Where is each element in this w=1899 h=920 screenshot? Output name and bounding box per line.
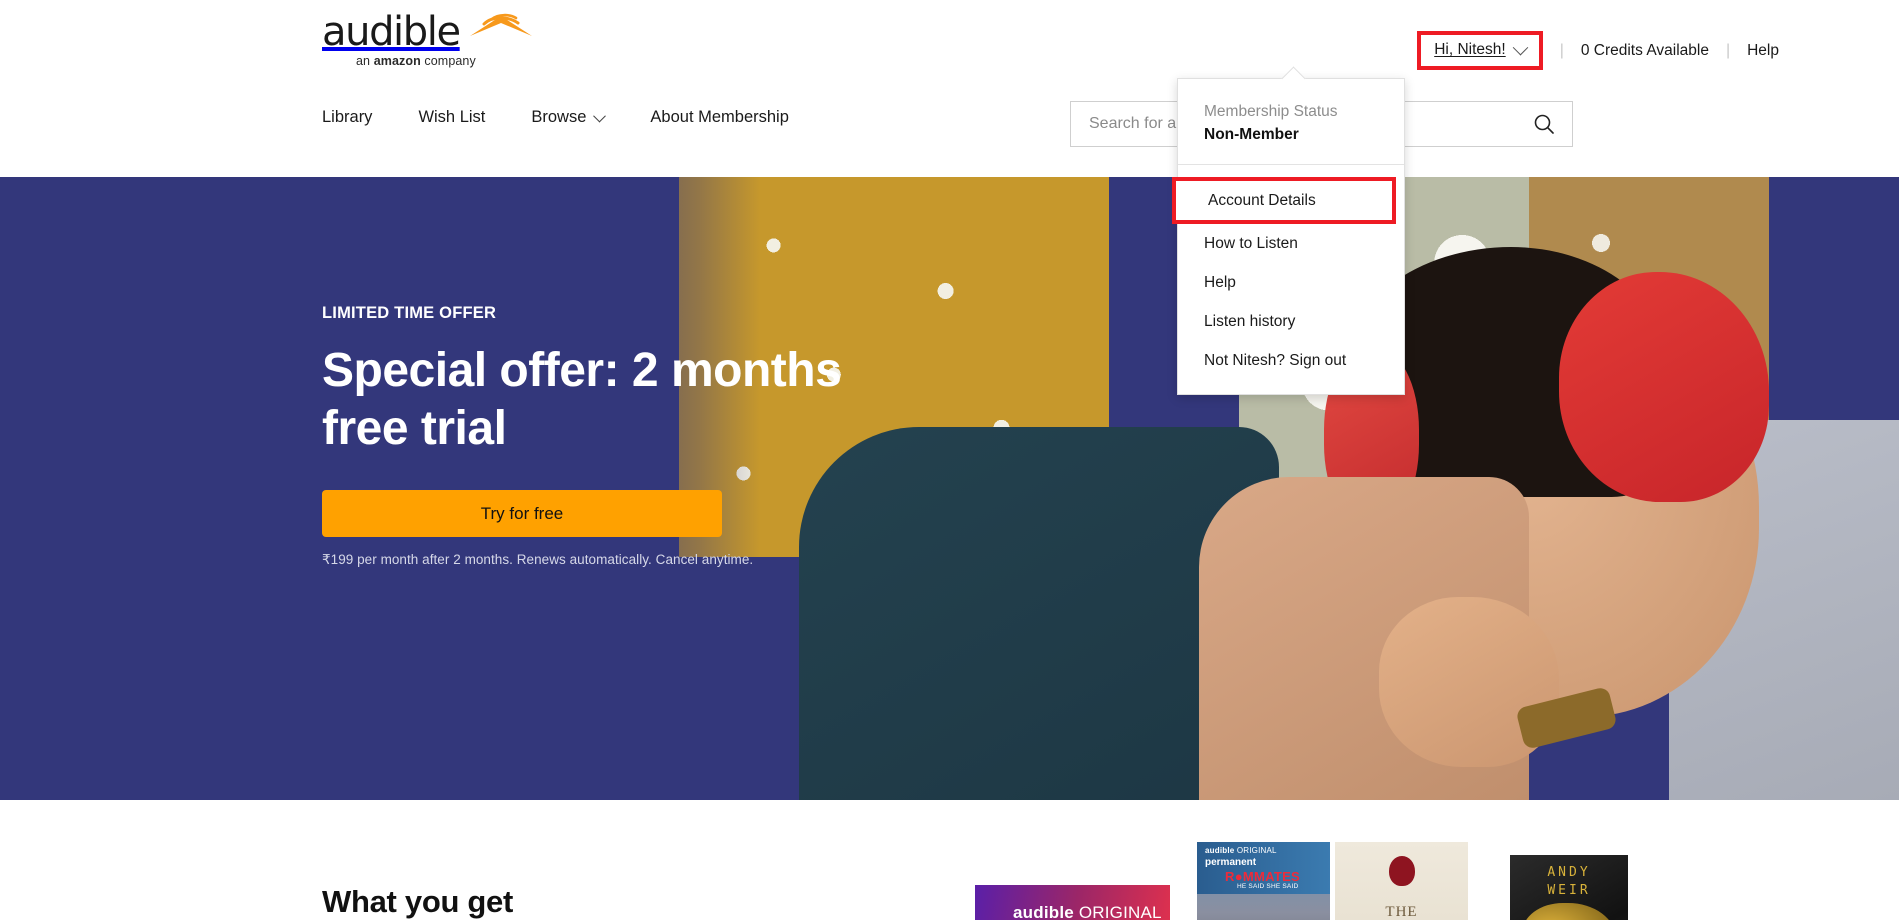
cover-secret-line1: THE bbox=[1385, 904, 1418, 920]
cover-original-label: audible ORIGINAL bbox=[1013, 903, 1162, 920]
membership-status-value: Non-Member bbox=[1204, 126, 1299, 143]
cover-original-brand: audible bbox=[1013, 903, 1074, 920]
gem-icon bbox=[1388, 856, 1415, 886]
dropdown-item-help[interactable]: Help bbox=[1178, 263, 1404, 302]
dropdown-item-how-to-listen[interactable]: How to Listen bbox=[1178, 224, 1404, 263]
cover-weir-line2: WEIR bbox=[1547, 883, 1591, 898]
cover-permanent-roommates[interactable]: audible ORIGINAL permanent R●MMATES HE S… bbox=[1197, 842, 1330, 920]
account-dropdown-menu: Membership Status Non-Member Account Det… bbox=[1172, 66, 1405, 395]
greeting-label: Hi, Nitesh! bbox=[1434, 41, 1506, 58]
try-for-free-button[interactable]: Try for free bbox=[322, 490, 722, 537]
cover-roommates-brand-text: audible bbox=[1205, 846, 1235, 855]
chevron-down-icon bbox=[593, 109, 607, 123]
logo-tagline-suffix: company bbox=[420, 54, 476, 68]
nav-item-browse[interactable]: Browse bbox=[531, 108, 607, 127]
help-link[interactable]: Help bbox=[1747, 42, 1779, 60]
site-header: audible an amazon company Hi, Nitesh! | … bbox=[0, 0, 1899, 177]
cover-roommates-brand-suffix: ORIGINAL bbox=[1234, 846, 1277, 855]
hero-content: LIMITED TIME OFFER Special offer: 2 mont… bbox=[322, 304, 942, 568]
logo-tagline-prefix: an bbox=[356, 54, 374, 68]
utility-separator-2: | bbox=[1725, 41, 1731, 59]
search-button[interactable] bbox=[1516, 102, 1572, 146]
dropdown-item-account-details[interactable]: Account Details bbox=[1172, 177, 1396, 224]
chevron-down-icon bbox=[1512, 39, 1528, 55]
cover-audible-original[interactable]: audible ORIGINAL bbox=[975, 885, 1170, 920]
membership-status-label: Membership Status bbox=[1204, 103, 1338, 120]
nav-item-wish-list[interactable]: Wish List bbox=[418, 108, 485, 127]
hero-eyebrow: LIMITED TIME OFFER bbox=[322, 304, 497, 322]
cover-roommates-title: R●MMATES bbox=[1225, 869, 1301, 884]
nav-label-browse: Browse bbox=[531, 108, 587, 126]
nav-item-about-membership[interactable]: About Membership bbox=[650, 108, 789, 127]
nav-label-library: Library bbox=[322, 108, 373, 126]
audible-homepage: LIMITED TIME OFFER Special offer: 2 mont… bbox=[0, 0, 1899, 920]
cover-roommates-series: permanent bbox=[1205, 857, 1257, 868]
hero-title: Special offer: 2 months free trial bbox=[322, 344, 842, 455]
cover-greatest-secret[interactable]: THE GREATEST SECRET bbox=[1335, 842, 1468, 920]
membership-status-block: Membership Status Non-Member bbox=[1178, 79, 1404, 164]
dropdown-item-listen-history[interactable]: Listen history bbox=[1178, 302, 1404, 341]
main-nav: Library Wish List Browse About Membershi… bbox=[322, 108, 835, 127]
audible-logo[interactable]: audible an amazon company bbox=[322, 10, 532, 72]
audible-swoosh-icon bbox=[470, 13, 532, 36]
cover-original-suffix: ORIGINAL bbox=[1073, 903, 1162, 920]
cover-roommates-subtitle: HE SAID SHE SAID bbox=[1237, 883, 1299, 890]
cover-weir-art bbox=[1522, 903, 1616, 920]
cover-weir-line1: ANDY bbox=[1547, 865, 1591, 880]
hero-fineprint: ₹199 per month after 2 months. Renews au… bbox=[322, 552, 754, 567]
logo-tagline-brand: amazon bbox=[373, 54, 421, 68]
hero-banner: LIMITED TIME OFFER Special offer: 2 mont… bbox=[0, 177, 1899, 800]
nav-label-about-membership: About Membership bbox=[650, 108, 789, 126]
what-you-get-heading: What you get bbox=[322, 884, 513, 919]
utility-nav: Hi, Nitesh! | 0 Credits Available | Help bbox=[1417, 31, 1779, 70]
cover-roommates-brand: audible ORIGINAL bbox=[1205, 846, 1277, 855]
book-cover-collage: audible ORIGINAL audible ORIGINAL perman… bbox=[975, 795, 1675, 920]
cover-andy-weir[interactable]: ANDY WEIR bbox=[1510, 855, 1628, 920]
nav-label-wish-list: Wish List bbox=[418, 108, 486, 126]
dropdown-item-list: Account Details How to Listen Help Liste… bbox=[1172, 165, 1404, 380]
logo-tagline: an amazon company bbox=[356, 54, 476, 68]
utility-separator-1: | bbox=[1559, 41, 1564, 59]
search-icon bbox=[1534, 114, 1554, 134]
nav-item-library[interactable]: Library bbox=[322, 108, 372, 127]
account-menu-trigger[interactable]: Hi, Nitesh! bbox=[1417, 31, 1543, 70]
dropdown-item-sign-out[interactable]: Not Nitesh? Sign out bbox=[1178, 341, 1404, 380]
credits-available-link[interactable]: 0 Credits Available bbox=[1581, 42, 1709, 60]
